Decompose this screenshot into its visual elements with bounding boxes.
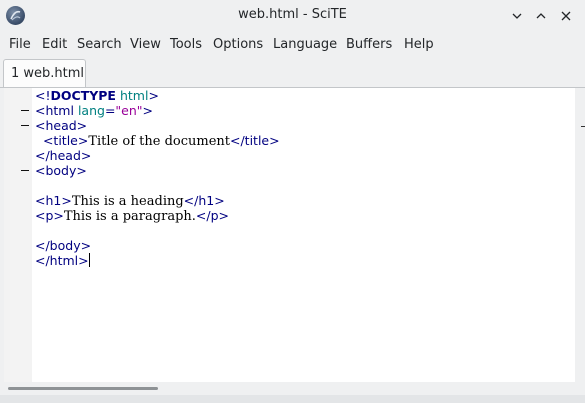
menu-view[interactable]: View	[130, 37, 161, 52]
menu-buffers[interactable]: Buffers	[346, 37, 392, 52]
menu-options[interactable]: Options	[213, 37, 263, 52]
code-line-11: </body>	[35, 238, 92, 253]
menu-language[interactable]: Language	[273, 37, 337, 52]
close-icon	[561, 11, 571, 21]
scite-window: web.html - SciTE File Edit Search View T…	[0, 0, 585, 403]
code-line-3: <head>	[35, 118, 88, 133]
code-line-1: <!DOCTYPE html>	[35, 88, 159, 103]
code-line-12: </html>	[35, 253, 90, 268]
menu-help[interactable]: Help	[404, 37, 434, 52]
code-line-6: <body>	[35, 163, 87, 178]
menu-bar: File Edit Search View Tools Options Lang…	[0, 31, 585, 57]
code-line-8: <h1>This is a heading</h1>	[35, 193, 225, 209]
fold-marker-html[interactable]	[21, 110, 29, 111]
code-line-2: <html lang="en">	[35, 103, 154, 118]
text-caret	[88, 253, 90, 267]
menu-file[interactable]: File	[9, 37, 31, 52]
code-line-9: <p>This is a paragraph.</p>	[35, 208, 229, 224]
menu-edit[interactable]: Edit	[42, 37, 67, 52]
menu-tools[interactable]: Tools	[170, 37, 202, 52]
close-button[interactable]	[557, 7, 575, 25]
right-edge	[576, 88, 585, 388]
maximize-button[interactable]	[532, 7, 550, 25]
code-area[interactable]: <!DOCTYPE html> <html lang="en"> <head> …	[35, 88, 575, 382]
tab-web-html[interactable]: 1 web.html	[3, 59, 86, 87]
chevron-down-icon	[512, 13, 522, 19]
fold-marker-head[interactable]	[21, 125, 29, 126]
fold-margin[interactable]	[4, 88, 32, 382]
horizontal-scrollbar-thumb[interactable]	[8, 387, 158, 390]
code-line-4: <title>Title of the document</title>	[42, 133, 280, 149]
code-line-5: </head>	[35, 148, 92, 163]
minimize-button[interactable]	[508, 7, 526, 25]
window-title: web.html - SciTE	[238, 7, 347, 22]
right-edge-mark	[581, 126, 585, 127]
horizontal-scrollbar[interactable]	[4, 382, 575, 394]
fold-marker-body[interactable]	[21, 170, 29, 171]
chevron-up-icon	[536, 13, 546, 19]
menu-search[interactable]: Search	[77, 37, 122, 52]
buffer-tab-bar: 1 web.html	[0, 57, 585, 88]
title-bar[interactable]: web.html - SciTE	[0, 0, 585, 31]
status-strip	[0, 395, 585, 403]
editor-pane[interactable]: <!DOCTYPE html> <html lang="en"> <head> …	[4, 88, 575, 382]
tab-label: 1 web.html	[11, 66, 85, 81]
